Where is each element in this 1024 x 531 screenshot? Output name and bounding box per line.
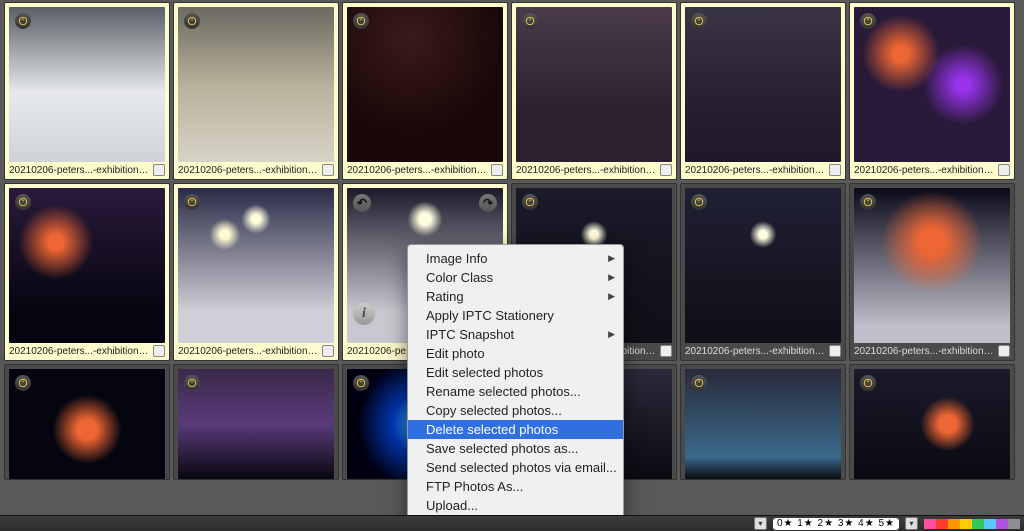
- thumbnail-checkbox[interactable]: [829, 164, 841, 176]
- gps-badge-icon: [860, 375, 876, 391]
- color-chip[interactable]: [1008, 519, 1020, 529]
- info-button[interactable]: i: [353, 303, 375, 325]
- rotate-right-icon[interactable]: ↷: [479, 194, 497, 212]
- thumbnail-checkbox[interactable]: [322, 164, 334, 176]
- menu-item[interactable]: Color Class: [408, 268, 623, 287]
- color-chip[interactable]: [960, 519, 972, 529]
- thumbnail-checkbox[interactable]: [998, 164, 1010, 176]
- thumbnail-filename: 20210206-peters...-exhibition-10.JPG: [516, 165, 656, 176]
- context-menu: Image InfoColor ClassRatingApply IPTC St…: [407, 244, 624, 531]
- rating-filter[interactable]: 0★ 1★ 2★ 3★ 4★ 5★: [773, 518, 899, 530]
- thumbnail-checkbox[interactable]: [153, 164, 165, 176]
- menu-item[interactable]: FTP Photos As...: [408, 477, 623, 496]
- gps-badge-icon: [691, 13, 707, 29]
- thumbnail-checkbox[interactable]: [491, 164, 503, 176]
- thumbnail[interactable]: [680, 364, 846, 480]
- thumbnail[interactable]: 20210206-peters...-exhibition-12.JPG: [849, 2, 1015, 180]
- thumbnail[interactable]: 20210206-peters...-exhibition-13.JPG: [4, 183, 170, 361]
- gps-badge-icon: [353, 375, 369, 391]
- menu-item[interactable]: Edit photo: [408, 344, 623, 363]
- thumbnail[interactable]: 20210206-peters...-exhibition-14.JPG: [173, 183, 339, 361]
- thumbnail[interactable]: 20210206-peters...-exhibition-09.JPG: [342, 2, 508, 180]
- thumbnail-filename: 20210206-peters...-exhibition-14.JPG: [178, 346, 318, 357]
- thumbnail-checkbox[interactable]: [829, 345, 841, 357]
- thumbnail-image: [9, 369, 165, 479]
- gps-badge-icon: [860, 13, 876, 29]
- menu-item[interactable]: Apply IPTC Stationery: [408, 306, 623, 325]
- gps-badge-icon: [15, 13, 31, 29]
- thumbnail-checkbox[interactable]: [322, 345, 334, 357]
- thumbnail-image: [685, 7, 841, 162]
- color-chip[interactable]: [984, 519, 996, 529]
- rotate-left-icon[interactable]: ↶: [353, 194, 371, 212]
- thumbnail-checkbox[interactable]: [660, 164, 672, 176]
- thumbnail-filename: 20210206-peters...-exhibition-17.JPG: [685, 346, 825, 357]
- thumbnail-image: [685, 188, 841, 343]
- thumbnail-image: [854, 369, 1010, 479]
- thumbnail-image: [178, 188, 334, 343]
- menu-item[interactable]: Edit selected photos: [408, 363, 623, 382]
- filter-toggle-left[interactable]: ▾: [754, 517, 767, 530]
- thumbnail[interactable]: 20210206-peters...-exhibition-07.JPG: [4, 2, 170, 180]
- thumbnail[interactable]: [849, 364, 1015, 480]
- gps-badge-icon: [184, 194, 200, 210]
- menu-item[interactable]: Delete selected photos: [408, 420, 623, 439]
- gps-badge-icon: [691, 375, 707, 391]
- menu-item[interactable]: Copy selected photos...: [408, 401, 623, 420]
- thumbnail-filename: 20210206-peters...-exhibition-13.JPG: [9, 346, 149, 357]
- color-class-filter[interactable]: [924, 519, 1020, 529]
- thumbnail-filename: 20210206-peters...-exhibition-11.JPG: [685, 165, 825, 176]
- thumbnail-checkbox[interactable]: [660, 345, 672, 357]
- menu-item[interactable]: Rating: [408, 287, 623, 306]
- thumbnail-filename: 20210206-peters...-exhibition-18.JPG: [854, 346, 994, 357]
- gps-badge-icon: [15, 375, 31, 391]
- thumbnail-image: [9, 7, 165, 162]
- color-chip[interactable]: [972, 519, 984, 529]
- menu-item[interactable]: IPTC Snapshot: [408, 325, 623, 344]
- thumbnail[interactable]: 20210206-peters...-exhibition-11.JPG: [680, 2, 846, 180]
- menu-item[interactable]: Rename selected photos...: [408, 382, 623, 401]
- menu-item[interactable]: Save selected photos as...: [408, 439, 623, 458]
- thumbnail[interactable]: 20210206-peters...-exhibition-18.JPG: [849, 183, 1015, 361]
- menu-item[interactable]: Upload...: [408, 496, 623, 515]
- thumbnail-filename: 20210206-pe...: [347, 346, 414, 357]
- gps-badge-icon: [353, 13, 369, 29]
- status-bar: ▾ 0★ 1★ 2★ 3★ 4★ 5★ ▾: [0, 515, 1024, 531]
- thumbnail[interactable]: [4, 364, 170, 480]
- thumbnail-image: [9, 188, 165, 343]
- color-chip[interactable]: [924, 519, 936, 529]
- thumbnail-image: [347, 7, 503, 162]
- gps-badge-icon: [184, 13, 200, 29]
- thumbnail-image: [516, 7, 672, 162]
- thumbnail[interactable]: 20210206-peters...-exhibition-08.JPG: [173, 2, 339, 180]
- thumbnail-filename: 20210206-peters...-exhibition-12.JPG: [854, 165, 994, 176]
- color-chip[interactable]: [996, 519, 1008, 529]
- thumbnail-image: [178, 7, 334, 162]
- gps-badge-icon: [691, 194, 707, 210]
- color-chip[interactable]: [948, 519, 960, 529]
- gps-badge-icon: [15, 194, 31, 210]
- color-chip[interactable]: [936, 519, 948, 529]
- gps-badge-icon: [184, 375, 200, 391]
- thumbnail-image: [685, 369, 841, 479]
- menu-item[interactable]: Image Info: [408, 249, 623, 268]
- gps-badge-icon: [522, 194, 538, 210]
- thumbnail[interactable]: [173, 364, 339, 480]
- thumbnail-filename: 20210206-peters...-exhibition-07.JPG: [9, 165, 149, 176]
- thumbnail-checkbox[interactable]: [998, 345, 1010, 357]
- filter-toggle-right[interactable]: ▾: [905, 517, 918, 530]
- gps-badge-icon: [522, 13, 538, 29]
- thumbnail[interactable]: 20210206-peters...-exhibition-17.JPG: [680, 183, 846, 361]
- thumbnail-filename: 20210206-peters...-exhibition-08.JPG: [178, 165, 318, 176]
- menu-item[interactable]: Send selected photos via email...: [408, 458, 623, 477]
- thumbnail-filename: 20210206-peters...-exhibition-09.JPG: [347, 165, 487, 176]
- gps-badge-icon: [860, 194, 876, 210]
- thumbnail-image: [178, 369, 334, 479]
- thumbnail[interactable]: 20210206-peters...-exhibition-10.JPG: [511, 2, 677, 180]
- thumbnail-checkbox[interactable]: [153, 345, 165, 357]
- thumbnail-image: [854, 7, 1010, 162]
- thumbnail-image: [854, 188, 1010, 343]
